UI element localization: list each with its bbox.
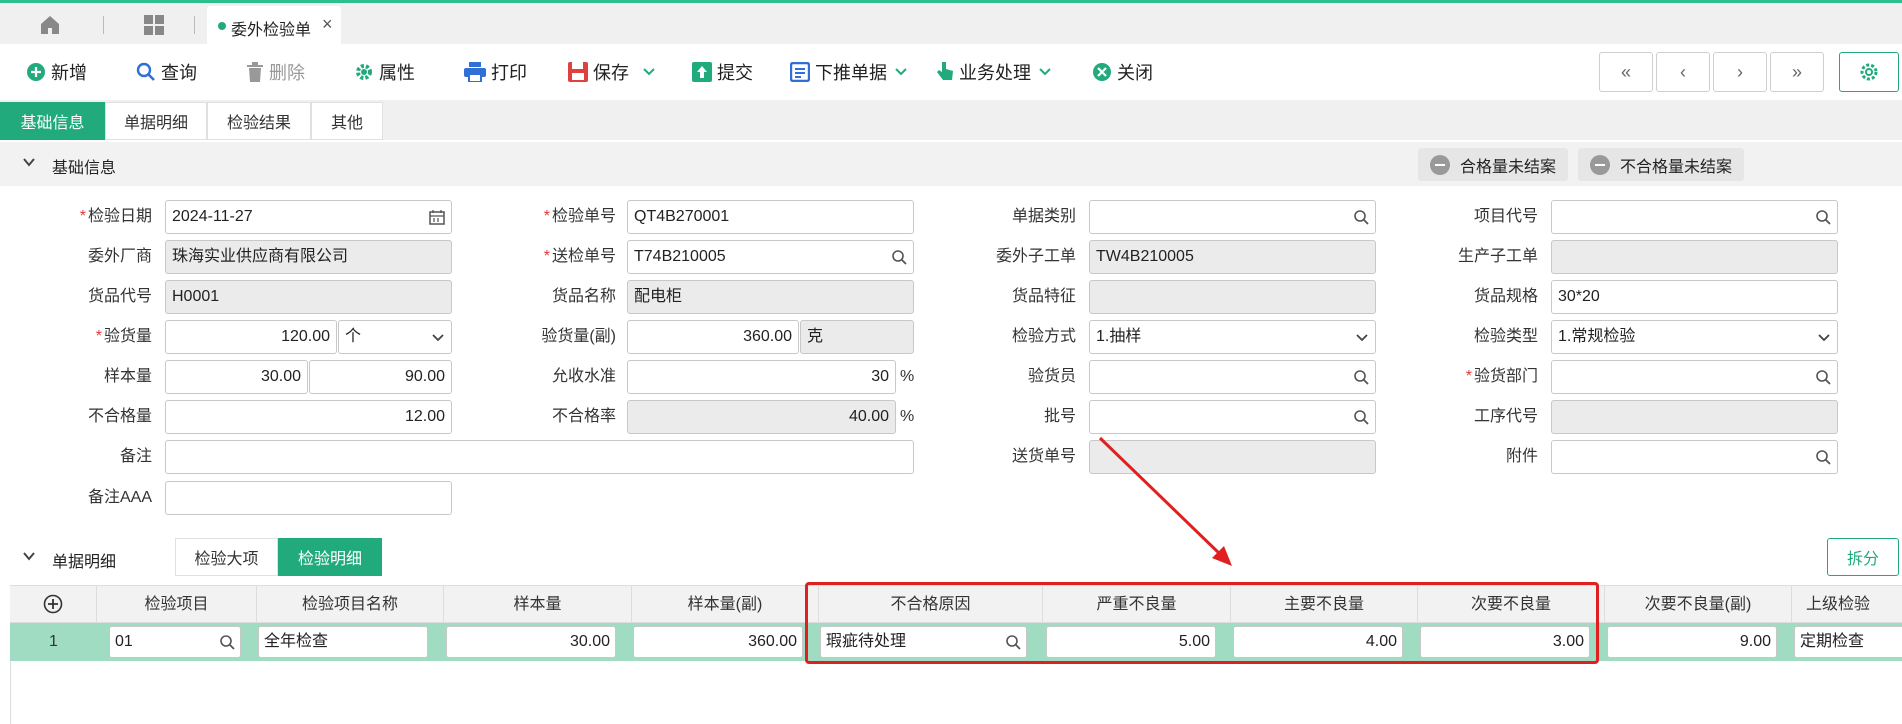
annotation-arrow	[1098, 436, 1232, 566]
